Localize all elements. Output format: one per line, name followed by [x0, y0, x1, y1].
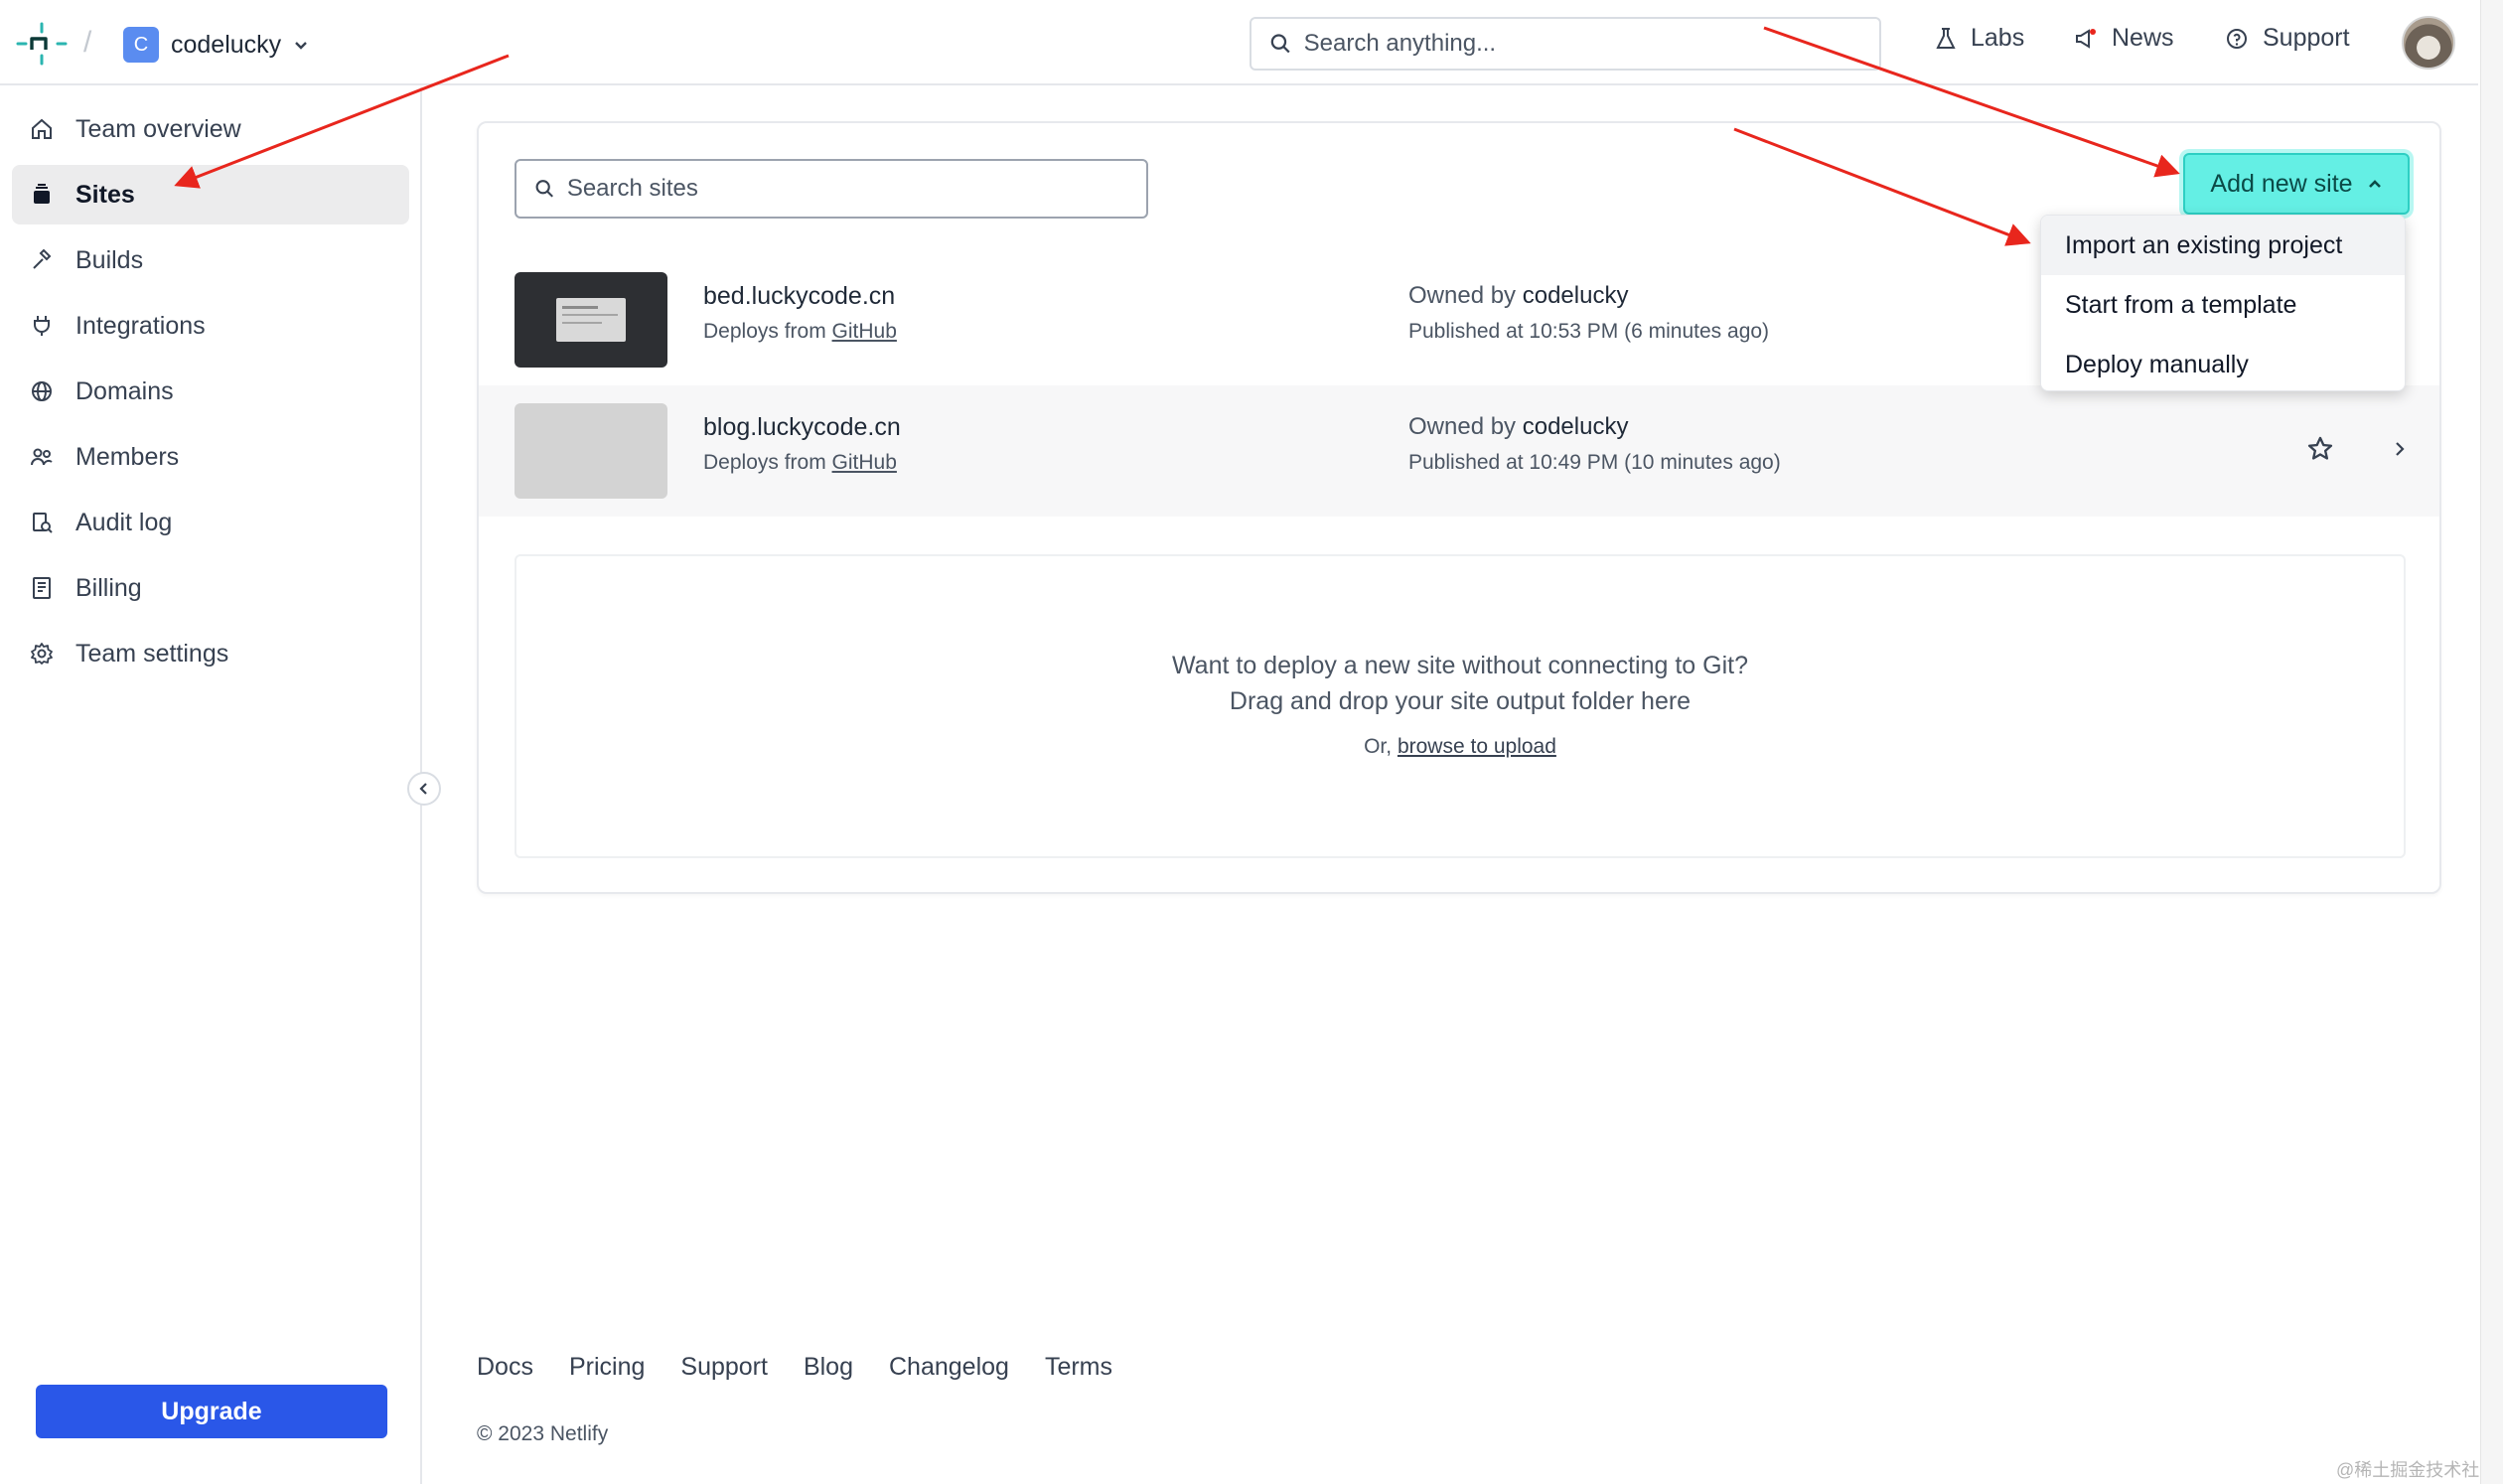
receipt-icon	[33, 577, 51, 599]
sidebar-item-label: Billing	[75, 573, 142, 602]
nav-labs[interactable]: Labs	[1935, 24, 2024, 53]
nav-support-label: Support	[2263, 24, 2350, 52]
site-row[interactable]: blog.luckycode.cn Deploys from GitHub Ow…	[479, 385, 2439, 517]
audit-icon	[33, 513, 53, 533]
watermark: @稀土掘金技术社区	[2336, 1460, 2498, 1480]
site-search-input[interactable]	[566, 175, 1146, 203]
footer-links: Docs Pricing Support Blog Changelog Term…	[477, 1353, 1112, 1382]
browse-upload-link[interactable]: browse to upload	[1398, 735, 1556, 758]
search-icon	[535, 180, 553, 198]
flask-icon	[1936, 27, 1956, 49]
sidebar-item-audit-log[interactable]: Audit log	[12, 493, 409, 552]
github-link[interactable]: GitHub	[832, 451, 897, 474]
site-published: Published at 10:53 PM (6 minutes ago)	[1408, 320, 1770, 343]
sidebar-item-label: Team overview	[75, 114, 241, 143]
nav-support[interactable]: Support	[2225, 24, 2350, 53]
dropzone-line1: Want to deploy a new site without connec…	[1172, 652, 1748, 679]
sidebar-item-label: Domains	[75, 376, 174, 405]
sidebar-item-domains[interactable]: Domains	[12, 362, 409, 421]
megaphone-icon	[2076, 28, 2096, 49]
gear-icon	[31, 643, 53, 665]
sidebar-item-billing[interactable]: Billing	[12, 558, 409, 618]
sidebar-item-label: Sites	[75, 180, 135, 209]
site-published: Published at 10:49 PM (10 minutes ago)	[1408, 451, 1781, 474]
users-icon	[31, 448, 53, 466]
footer-link-pricing[interactable]: Pricing	[569, 1353, 645, 1382]
netlify-logo-icon[interactable]	[16, 22, 68, 66]
footer-link-terms[interactable]: Terms	[1045, 1353, 1112, 1382]
sidebar-item-builds[interactable]: Builds	[12, 230, 409, 290]
user-avatar[interactable]	[2402, 16, 2455, 70]
nav-labs-label: Labs	[1971, 24, 2025, 52]
help-circle-icon	[2227, 28, 2247, 49]
sidebar-item-label: Audit log	[75, 508, 173, 536]
layers-icon	[34, 184, 50, 204]
add-new-site-button[interactable]: Add new site	[2183, 153, 2410, 215]
site-name[interactable]: blog.luckycode.cn	[703, 413, 901, 442]
footer-link-changelog[interactable]: Changelog	[889, 1353, 1009, 1382]
site-search[interactable]	[515, 159, 1148, 219]
sidebar-item-label: Integrations	[75, 311, 206, 340]
global-search[interactable]	[1250, 17, 1881, 71]
site-owner: Owned by codelucky	[1408, 282, 1629, 309]
site-thumbnail	[515, 403, 667, 499]
home-icon	[32, 118, 52, 139]
copyright: © 2023 Netlify	[477, 1422, 609, 1445]
breadcrumb-separator: /	[83, 26, 92, 59]
github-link[interactable]: GitHub	[832, 320, 897, 343]
drop-zone[interactable]: Want to deploy a new site without connec…	[515, 554, 2406, 858]
sidebar-item-team-overview[interactable]: Team overview	[12, 99, 409, 159]
site-deploy-source: Deploys from GitHub	[703, 320, 897, 343]
menu-import-project[interactable]: Import an existing project	[2041, 216, 2405, 275]
site-deploy-source: Deploys from GitHub	[703, 451, 897, 474]
global-search-input[interactable]	[1303, 30, 1879, 58]
sidebar-item-label: Team settings	[75, 639, 229, 668]
add-site-menu: Import an existing project Start from a …	[2040, 215, 2406, 391]
search-icon	[1270, 34, 1290, 54]
top-bar: / C codelucky Labs News Support	[0, 0, 2478, 85]
sidebar-item-label: Members	[75, 442, 180, 471]
site-owner: Owned by codelucky	[1408, 413, 1629, 440]
site-thumbnail	[515, 272, 667, 368]
dropzone-browse: Or, browse to upload	[1364, 735, 1556, 758]
footer-link-blog[interactable]: Blog	[804, 1353, 853, 1382]
menu-deploy-manually[interactable]: Deploy manually	[2041, 335, 2405, 390]
chevron-down-icon	[295, 42, 308, 50]
globe-icon	[32, 381, 52, 401]
nav-news-label: News	[2112, 24, 2174, 52]
site-name[interactable]: bed.luckycode.cn	[703, 282, 895, 311]
sidebar-item-sites[interactable]: Sites	[12, 165, 409, 224]
collapse-sidebar-button[interactable]	[407, 772, 441, 806]
team-avatar: C	[123, 27, 159, 63]
chevron-right-icon[interactable]	[2390, 439, 2410, 459]
plug-icon	[34, 316, 50, 336]
team-name: codelucky	[171, 30, 282, 59]
sidebar-item-members[interactable]: Members	[12, 427, 409, 487]
hammer-icon	[33, 248, 52, 269]
add-new-site-label: Add new site	[2210, 169, 2353, 198]
menu-start-template[interactable]: Start from a template	[2041, 275, 2405, 335]
footer-link-docs[interactable]: Docs	[477, 1353, 533, 1382]
dropzone-line2: Drag and drop your site output folder he…	[1229, 687, 1692, 715]
upgrade-button[interactable]: Upgrade	[36, 1385, 387, 1438]
nav-news[interactable]: News	[2074, 24, 2174, 53]
sidebar-item-team-settings[interactable]: Team settings	[12, 624, 409, 683]
sidebar-item-integrations[interactable]: Integrations	[12, 296, 409, 356]
team-switcher[interactable]: C codelucky	[123, 26, 309, 64]
star-icon[interactable]	[2306, 435, 2334, 463]
sidebar-item-label: Builds	[75, 245, 144, 274]
chevron-left-icon	[419, 783, 427, 795]
scrollbar[interactable]	[2480, 0, 2503, 1484]
footer-link-support[interactable]: Support	[680, 1353, 768, 1382]
chevron-up-icon	[2368, 180, 2381, 188]
